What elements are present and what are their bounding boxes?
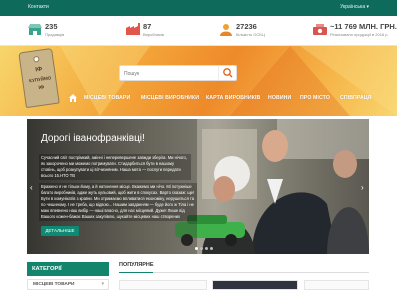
workers-icon [220, 24, 232, 36]
product-card[interactable] [304, 280, 369, 290]
search-input[interactable] [124, 68, 214, 79]
prev-arrow-icon[interactable]: ‹ [30, 184, 37, 192]
nav-cooperation[interactable]: СПІВПРАЦЯ [340, 95, 372, 101]
category-label: МІСЦЕВІ ТОВАРИ [33, 282, 75, 287]
factory-icon [126, 23, 140, 35]
stat-label: Виробників [143, 32, 164, 37]
stat-value: 87 [143, 22, 152, 31]
home-icon[interactable] [69, 94, 77, 102]
more-button[interactable]: ДЕТАЛЬНІШЕ [41, 226, 79, 236]
slide-paragraph: Сучасний світ пострімкий, змінні і непер… [39, 154, 191, 180]
category-item[interactable]: МІСЦЕВІ ТОВАРИ ▾ [27, 279, 109, 290]
slider-dot[interactable] [205, 247, 208, 250]
search-box [119, 65, 237, 81]
slider-dots [195, 246, 221, 250]
search-button[interactable] [218, 66, 236, 80]
top-bar: Контакти Українська ▾ [0, 0, 397, 16]
stat-sellers: 235 Продавців [28, 21, 108, 41]
slider-dot[interactable] [200, 247, 203, 250]
news-slider: Дорогі івано­франківці! Сучасний світ по… [27, 119, 369, 254]
product-card[interactable] [212, 280, 298, 290]
slider-dot[interactable] [210, 247, 213, 250]
nav-producers-map[interactable]: КАРТА ВИРОБНИКІВ [206, 95, 260, 101]
language-select[interactable]: Українська ▾ [340, 4, 369, 10]
stat-value: ~11 769 МЛН. ГРН. [330, 22, 397, 31]
chevron-down-icon: ▾ [101, 281, 104, 287]
slider-dot[interactable] [195, 247, 198, 250]
search-icon [223, 68, 233, 78]
next-arrow-icon[interactable]: › [361, 184, 368, 192]
contacts-link[interactable]: Контакти [28, 4, 49, 10]
stat-value: 27236 [236, 22, 257, 31]
logo-text: ІФ [35, 66, 43, 74]
stat-value: 235 [45, 22, 58, 31]
stat-workers: 27236 Кількість ОСБЦ [219, 21, 299, 41]
stat-producers: 87 Виробників [126, 21, 206, 41]
categories-header: КАТЕГОРІЇ [27, 262, 109, 276]
nav-news[interactable]: НОВИНИ [268, 95, 291, 101]
stat-revenue: ~11 769 МЛН. ГРН. Реалізовано продукції … [313, 21, 397, 41]
product-card[interactable] [119, 280, 207, 290]
main-nav: МІСЦЕВІ ТОВАРИ МІСЦЕВІ ВИРОБНИКИ КАРТА В… [0, 91, 397, 107]
popular-heading: ПОПУЛЯРНЕ [119, 262, 154, 268]
stat-label: Кількість ОСБЦ [236, 32, 265, 37]
nav-local-producers[interactable]: МІСЦЕВІ ВИРОБНИКИ [141, 95, 199, 101]
nav-about-city[interactable]: ПРО МІСТО [300, 95, 330, 101]
stats-bar: 235 Продавців 87 Виробників 27236 Кількі… [0, 16, 397, 46]
logo-text: ІФ [38, 84, 45, 92]
slide-title: Дорогі івано­франківці! [41, 133, 145, 144]
slide-paragraph: Вражено я не тільки йому, а й натхнення … [39, 183, 197, 221]
money-icon [313, 24, 327, 35]
shop-icon [28, 24, 42, 35]
tag-hole [32, 55, 40, 63]
nav-local-goods[interactable]: МІСЦЕВІ ТОВАРИ [84, 95, 130, 101]
stat-label: Реалізовано продукції в 2016 р. [330, 32, 389, 37]
stat-label: Продавців [45, 32, 65, 37]
popular-divider [119, 272, 369, 273]
